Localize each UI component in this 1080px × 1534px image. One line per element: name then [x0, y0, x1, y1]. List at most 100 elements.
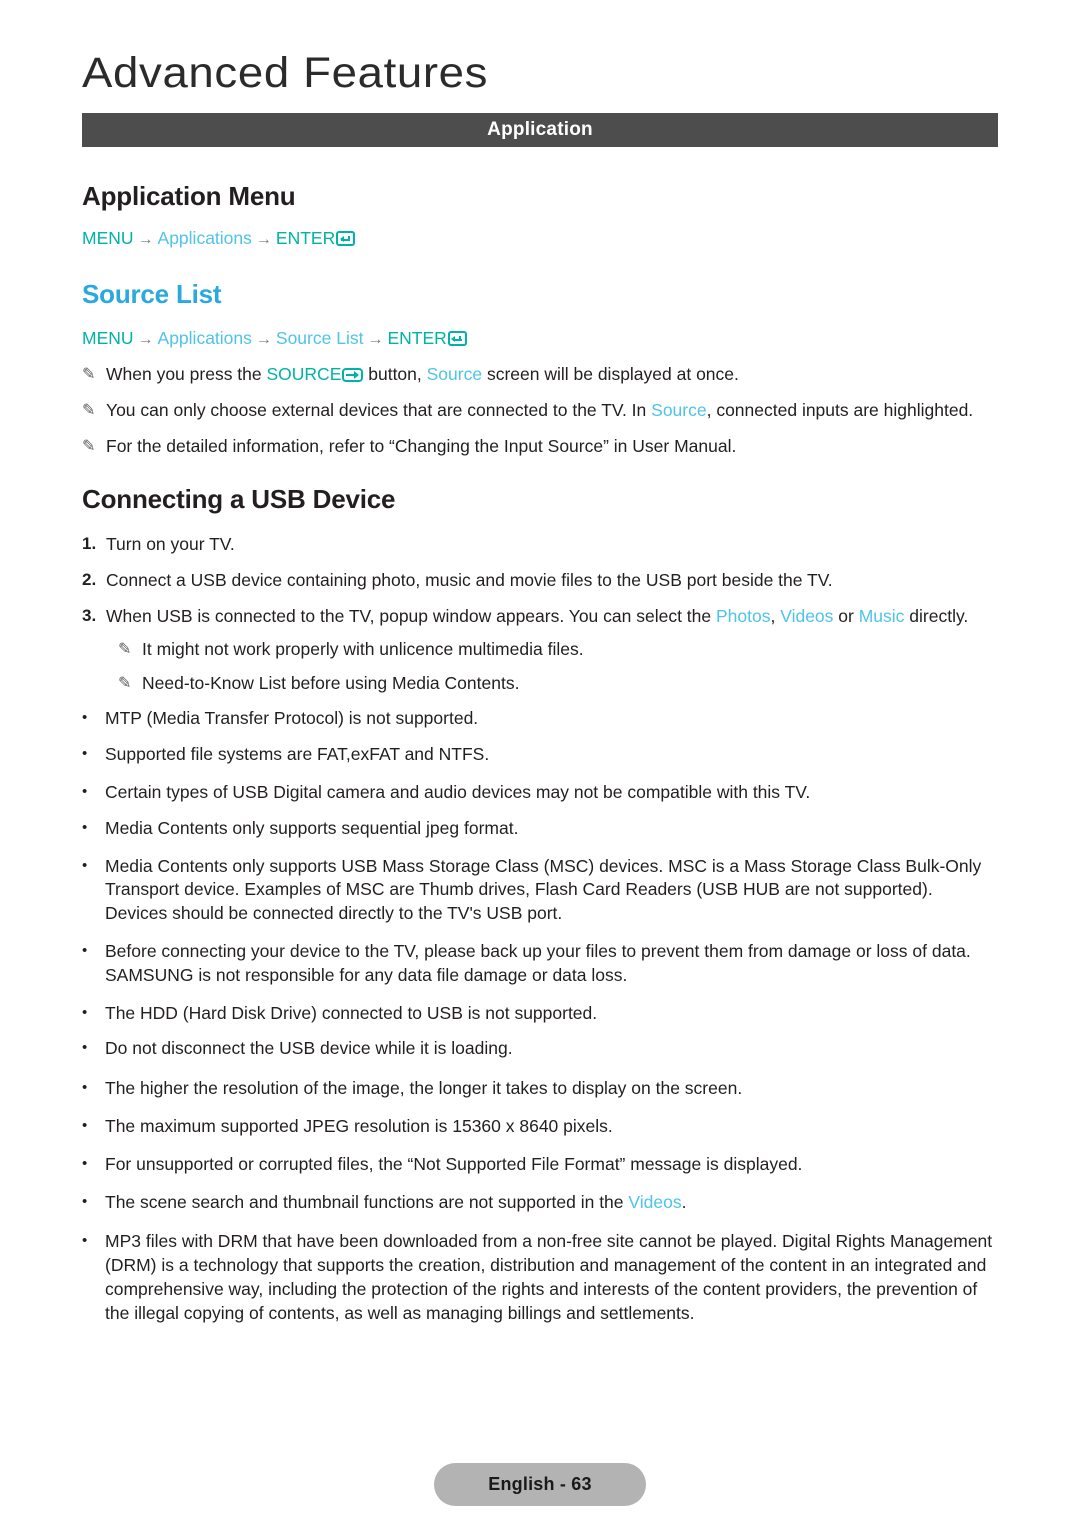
right-arrow-icon: → — [367, 331, 384, 349]
pencil-icon: ✎ — [82, 402, 96, 419]
pencil-icon: ✎ — [118, 641, 132, 659]
menu-path-application-menu: MENU → Applications → ENTER — [82, 228, 998, 249]
note-text-mid: button, — [363, 364, 427, 385]
enter-key-icon — [336, 231, 356, 246]
menu-path-menu-label: MENU — [82, 228, 134, 248]
right-arrow-icon: → — [255, 331, 272, 349]
bullet-text: MP3 files with DRM that have been downlo… — [105, 1231, 993, 1323]
bullet-dot-icon: • — [82, 1003, 88, 1021]
videos-link-label: Videos — [780, 605, 834, 626]
list-item-text-pre: When USB is connected to the TV, popup w… — [106, 605, 716, 626]
photos-link-label: Photos — [716, 605, 771, 626]
list-item-text-post: directly. — [904, 605, 969, 626]
bullet-list-item: • Certain types of USB Digital camera an… — [82, 781, 998, 805]
numbered-list-item: 1. Turn on your TV. — [82, 533, 998, 557]
bullet-text-post: . — [681, 1191, 687, 1212]
bullet-dot-icon: • — [82, 709, 88, 727]
bullet-text: The HDD (Hard Disk Drive) connected to U… — [105, 1002, 598, 1023]
music-link-label: Music — [858, 605, 905, 626]
bullet-dot-icon: • — [82, 941, 88, 959]
note-text-post: screen will be displayed at once. — [482, 364, 739, 385]
bullet-dot-icon: • — [82, 1039, 88, 1057]
bullet-text-pre: The scene search and thumbnail functions… — [105, 1191, 629, 1212]
bullet-list-item: • Media Contents only supports sequentia… — [82, 817, 998, 841]
bullet-dot-icon: • — [82, 1232, 88, 1250]
section-banner-label: Application — [487, 119, 593, 140]
bullet-dot-icon: • — [82, 1154, 88, 1172]
note-text-pre: When you press the — [106, 364, 267, 385]
list-item-text-sep: , — [770, 605, 781, 626]
list-item-text: When USB is connected to the TV, popup w… — [106, 605, 998, 629]
menu-path-enter-label: ENTER — [387, 328, 447, 349]
bullet-text: The scene search and thumbnail functions… — [105, 1191, 998, 1215]
menu-path-enter-label: ENTER — [275, 228, 336, 248]
bullet-dot-icon: • — [82, 1192, 88, 1210]
bullet-text: Certain types of USB Digital camera and … — [105, 781, 811, 802]
numbered-list-item: 3. When USB is connected to the TV, popu… — [82, 605, 998, 629]
bullet-text: Do not disconnect the USB device while i… — [105, 1038, 513, 1059]
note-text: It might not work properly with unlicenc… — [142, 639, 584, 660]
menu-path-source-list: MENU → Applications → Source List → ENTER — [82, 328, 998, 349]
footer: English - 63 — [0, 1463, 1080, 1506]
note-text: Need-to-Know List before using Media Con… — [142, 672, 520, 693]
list-item-text-sep: or — [833, 605, 859, 626]
bullet-text: Media Contents only supports sequential … — [105, 817, 519, 838]
pencil-icon: ✎ — [82, 366, 96, 384]
bullet-list-item: • Supported file systems are FAT,exFAT a… — [82, 743, 998, 767]
right-arrow-icon: → — [137, 231, 154, 248]
right-arrow-icon: → — [255, 231, 272, 248]
source-link-label: Source — [426, 364, 483, 385]
bullet-text: MTP (Media Transfer Protocol) is not sup… — [105, 708, 479, 729]
bullet-dot-icon: • — [82, 1079, 88, 1097]
bullet-list-item: • The higher the resolution of the image… — [82, 1077, 998, 1101]
pencil-icon: ✎ — [118, 674, 132, 692]
note-text: You can only choose external devices tha… — [106, 399, 998, 423]
note-line: ✎ When you press the SOURCE button, Sour… — [82, 363, 998, 387]
note-line: ✎ For the detailed information, refer to… — [82, 435, 998, 459]
bullet-text: Media Contents only supports USB Mass St… — [105, 855, 982, 924]
page-title: Advanced Features — [82, 49, 489, 97]
right-arrow-icon: → — [137, 331, 154, 349]
bullet-text: Supported file systems are FAT,exFAT and… — [105, 744, 490, 765]
menu-path-source-list-label: Source List — [275, 328, 364, 349]
bullet-list-item: • Do not disconnect the USB device while… — [82, 1037, 998, 1061]
note-text-post: , connected inputs are highlighted. — [706, 400, 974, 420]
list-number: 3. — [82, 605, 97, 625]
enter-key-icon — [447, 331, 467, 347]
bullet-list-item: • Before connecting your device to the T… — [82, 940, 998, 988]
bullet-text: The maximum supported JPEG resolution is… — [105, 1115, 613, 1136]
source-key-label: SOURCE — [266, 364, 342, 385]
bullet-text: For unsupported or corrupted files, the … — [105, 1153, 803, 1174]
bullet-dot-icon: • — [82, 856, 88, 874]
note-line: ✎ Need-to-Know List before using Media C… — [82, 672, 998, 696]
numbered-list-item: 2. Connect a USB device containing photo… — [82, 569, 998, 593]
bullet-dot-icon: • — [82, 745, 88, 763]
note-text: For the detailed information, refer to “… — [106, 435, 737, 456]
note-text: When you press the SOURCE button, Source… — [106, 363, 998, 387]
menu-path-menu-label: MENU — [82, 328, 134, 349]
menu-path-applications-label: Applications — [157, 228, 252, 248]
bullet-dot-icon: • — [82, 782, 88, 800]
videos-link-label: Videos — [628, 1191, 682, 1212]
page-number-badge: English - 63 — [434, 1463, 646, 1506]
note-line: ✎ It might not work properly with unlice… — [82, 638, 998, 662]
bullet-list-item: • The maximum supported JPEG resolution … — [82, 1115, 998, 1139]
note-line: ✎ You can only choose external devices t… — [82, 399, 998, 423]
bullet-dot-icon: • — [82, 818, 88, 836]
heading-source-list: Source List — [82, 279, 222, 310]
list-number: 1. — [82, 534, 97, 554]
bullet-list-item: • Media Contents only supports USB Mass … — [82, 855, 998, 926]
bullet-list-item: • MP3 files with DRM that have been down… — [82, 1230, 998, 1325]
bullet-list-item: • For unsupported or corrupted files, th… — [82, 1153, 998, 1177]
heading-application-menu: Application Menu — [82, 181, 296, 211]
bullet-list-item: • MTP (Media Transfer Protocol) is not s… — [82, 707, 998, 731]
manual-page: Advanced Features Application Applicatio… — [0, 0, 1080, 1534]
bullet-list-item: • The HDD (Hard Disk Drive) connected to… — [82, 1002, 998, 1026]
bullet-dot-icon: • — [82, 1116, 88, 1134]
bullet-list-item: • The scene search and thumbnail functio… — [82, 1191, 998, 1215]
source-button-icon — [342, 368, 364, 383]
heading-connecting-usb-device: Connecting a USB Device — [82, 484, 396, 515]
pencil-icon: ✎ — [82, 437, 96, 455]
bullet-text: Before connecting your device to the TV,… — [105, 940, 971, 985]
menu-path-applications-label: Applications — [157, 328, 252, 349]
